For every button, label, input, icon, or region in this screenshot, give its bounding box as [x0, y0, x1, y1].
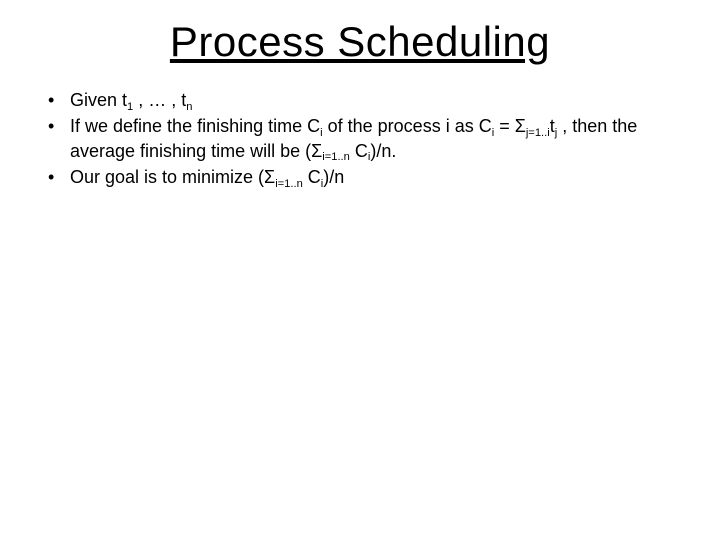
list-item: If we define the finishing time Ci of th…	[48, 114, 680, 163]
slide: Process Scheduling Given t1 , … , tn If …	[0, 0, 720, 540]
text: If we define the finishing time C	[70, 116, 320, 136]
text: )/n	[323, 167, 344, 187]
text: C	[303, 167, 321, 187]
subscript: j	[555, 127, 557, 139]
subscript: 1	[127, 101, 133, 113]
list-item: Our goal is to minimize (Σi=1..n Ci)/n	[48, 165, 680, 189]
text: Our goal is to minimize (Σ	[70, 167, 275, 187]
text: )/n.	[370, 141, 396, 161]
subscript: i=1..n	[275, 178, 303, 190]
page-title: Process Scheduling	[40, 18, 680, 66]
text: t	[550, 116, 555, 136]
text: C	[350, 141, 368, 161]
subscript: j=1..i	[526, 127, 550, 139]
subscript: i	[320, 127, 322, 139]
list-item: Given t1 , … , tn	[48, 88, 680, 112]
text: , … , t	[133, 90, 186, 110]
subscript: i	[321, 178, 323, 190]
text: = Σ	[494, 116, 526, 136]
subscript: n	[186, 101, 192, 113]
subscript: i	[368, 151, 370, 163]
text: of the process i as C	[323, 116, 492, 136]
bullet-list: Given t1 , … , tn If we define the finis…	[40, 88, 680, 189]
subscript: i	[492, 127, 494, 139]
subscript: i=1..n	[322, 151, 350, 163]
text: Given t	[70, 90, 127, 110]
